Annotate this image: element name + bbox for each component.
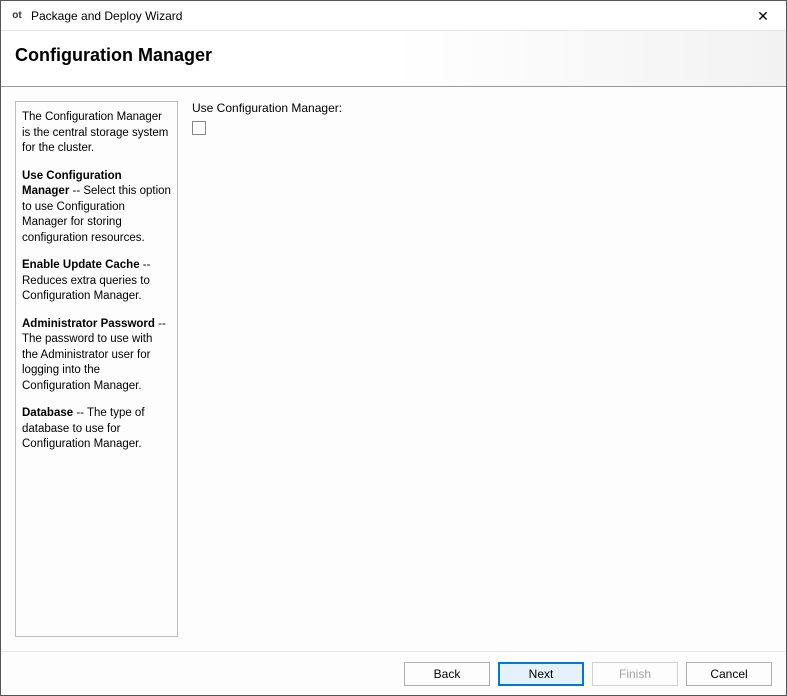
window-title: Package and Deploy Wizard — [31, 9, 182, 23]
app-icon: ot — [9, 8, 25, 24]
close-icon: ✕ — [757, 9, 769, 23]
use-cm-label: Use Configuration Manager: — [192, 101, 772, 115]
cancel-button[interactable]: Cancel — [686, 662, 772, 686]
help-panel: The Configuration Manager is the central… — [15, 101, 178, 637]
close-button[interactable]: ✕ — [740, 1, 786, 31]
back-button[interactable]: Back — [404, 662, 490, 686]
wizard-footer: Back Next Finish Cancel — [1, 651, 786, 695]
use-cm-field: Use Configuration Manager: — [192, 101, 772, 135]
use-cm-checkbox[interactable] — [192, 121, 206, 135]
page-title: Configuration Manager — [15, 45, 772, 66]
wizard-header: Configuration Manager — [1, 31, 786, 87]
wizard-body: The Configuration Manager is the central… — [1, 87, 786, 651]
titlebar-left: ot Package and Deploy Wizard — [9, 8, 182, 24]
help-item: Enable Update Cache -- Reduces extra que… — [22, 258, 171, 305]
main-panel: Use Configuration Manager: — [192, 101, 772, 637]
help-item: Use Configuration Manager -- Select this… — [22, 169, 171, 247]
wizard-window: ot Package and Deploy Wizard ✕ Configura… — [0, 0, 787, 696]
help-intro: The Configuration Manager is the central… — [22, 110, 171, 157]
titlebar: ot Package and Deploy Wizard ✕ — [1, 1, 786, 31]
help-item: Administrator Password -- The password t… — [22, 317, 171, 395]
next-button[interactable]: Next — [498, 662, 584, 686]
finish-button: Finish — [592, 662, 678, 686]
help-item: Database -- The type of database to use … — [22, 406, 171, 453]
